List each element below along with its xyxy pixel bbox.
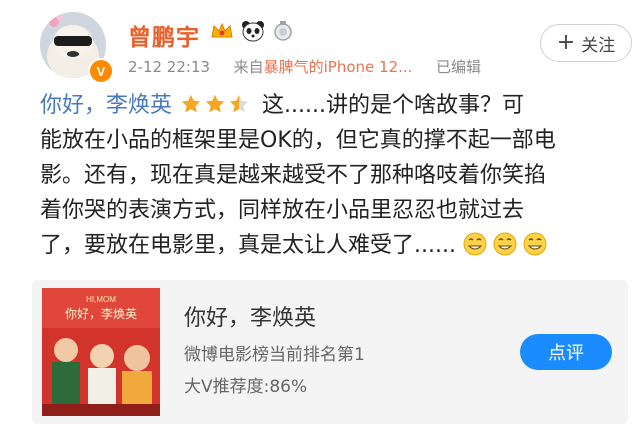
crown-badge-icon[interactable] (210, 21, 234, 41)
post-line: 能放在小品的框架里是OK的，但它真的撑不起一部电 (40, 128, 556, 153)
star-full-icon (181, 94, 201, 113)
post-text: 你好，李焕英 这......讲的是个啥故事？可 能放在小品的框架里是OK的，但它… (40, 88, 630, 263)
awkward-smile-emoji-icon (463, 232, 487, 256)
rating-stars (180, 93, 250, 115)
post-meta: 2-12 22:13 来自暴脾气的iPhone 12... 已编辑 (128, 56, 481, 77)
edited-label[interactable]: 已编辑 (436, 58, 481, 76)
medal-badge-icon[interactable] (272, 20, 294, 42)
post-date: 2-12 22:13 (128, 58, 211, 76)
user-badges (210, 20, 294, 42)
panda-badge-icon[interactable] (240, 20, 266, 42)
movie-mention-link[interactable]: 你好，李焕英 (40, 93, 172, 118)
poster-title: 你好，李焕英 (65, 306, 137, 321)
follow-button[interactable]: + 关注 (540, 24, 632, 62)
star-full-icon (205, 94, 225, 113)
awkward-smile-emoji-icon (523, 232, 547, 256)
movie-title: 你好，李焕英 (184, 306, 317, 331)
movie-rank: 微博电影榜当前排名第1 (184, 345, 365, 365)
movie-recommend-score: 大V推荐度:86% (184, 377, 308, 397)
verified-badge-icon: V (88, 58, 114, 84)
post-line: 这......讲的是个啥故事？可 (262, 93, 524, 118)
awkward-smile-emoji-icon (493, 232, 517, 256)
emoji-group (462, 231, 548, 257)
source-device-link[interactable]: 暴脾气的iPhone 12... (264, 58, 413, 76)
movie-card[interactable]: HI,MOM 你好，李焕英 你好，李焕英 微博电影榜当前排名第1 大V推荐度:8… (32, 280, 628, 424)
movie-poster[interactable]: HI,MOM 你好，李焕英 (42, 288, 160, 416)
post-line: 影。还有，现在真是越来越受不了那种咯吱着你笑掐 (40, 163, 547, 188)
post-line: 了，要放在电影里，真是太让人难受了...... (40, 233, 456, 258)
follow-label: 关注 (581, 35, 616, 56)
username[interactable]: 曾鹏宇 (128, 18, 200, 52)
plus-icon: + (556, 30, 576, 55)
movie-poster-image: HI,MOM 你好，李焕英 (42, 288, 160, 416)
poster-brand: HI,MOM (86, 295, 116, 304)
source-prefix: 来自 (233, 58, 264, 76)
rate-button[interactable]: 点评 (520, 334, 612, 370)
star-half-icon (229, 94, 249, 113)
post-line: 着你哭的表演方式，同样放在小品里忍忍也就过去 (40, 198, 525, 223)
